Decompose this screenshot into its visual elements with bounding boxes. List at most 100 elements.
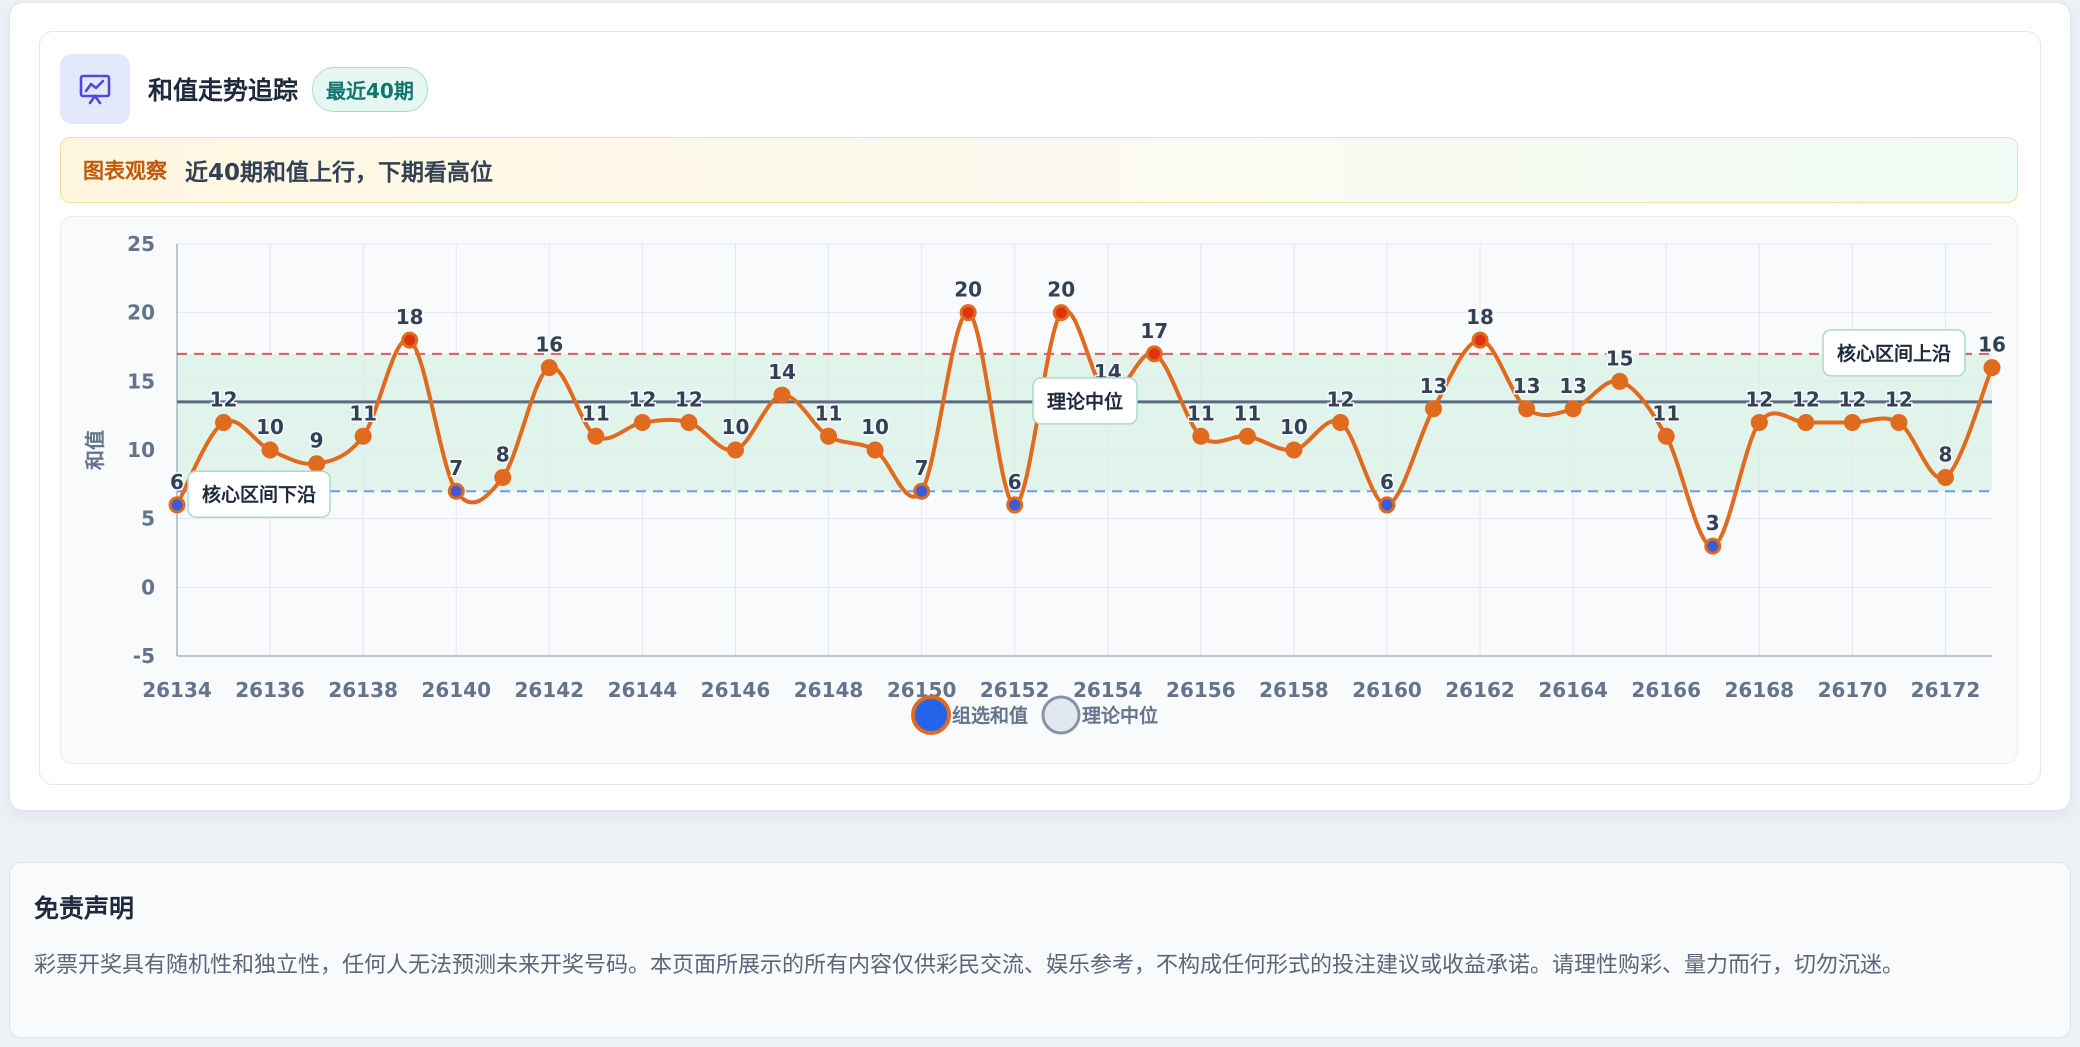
data-point xyxy=(1890,414,1908,432)
legend-label-series: 组选和值 xyxy=(952,704,1028,727)
data-point xyxy=(168,496,186,514)
card-title: 和值走势追踪 xyxy=(148,76,299,105)
y-tick-label: -5 xyxy=(133,644,155,668)
data-point xyxy=(1750,414,1768,432)
data-label: 11 xyxy=(1187,401,1215,425)
chart-trend-icon xyxy=(60,54,130,124)
data-point xyxy=(1331,414,1349,432)
data-point xyxy=(866,441,884,459)
data-point xyxy=(1285,441,1303,459)
x-tick-label: 26134 xyxy=(142,678,212,702)
data-point xyxy=(447,482,465,500)
x-tick-label: 26140 xyxy=(421,678,491,702)
insight-text: 近40期和值上行，下期看高位 xyxy=(185,160,494,186)
data-label: 10 xyxy=(861,415,889,439)
period-badge: 最近40期 xyxy=(312,66,428,112)
data-point xyxy=(1378,496,1396,514)
data-label: 13 xyxy=(1513,374,1541,398)
data-label: 12 xyxy=(628,388,656,412)
data-point xyxy=(1192,427,1210,445)
y-tick-label: 5 xyxy=(141,507,155,531)
disclaimer-title: 免责声明 xyxy=(34,894,135,923)
y-tick-label: 15 xyxy=(127,369,155,393)
insight-banner: 图表观察 近40期和值上行，下期看高位 xyxy=(60,137,2018,203)
data-label: 17 xyxy=(1140,319,1168,343)
data-point xyxy=(633,414,651,432)
trend-section: 和值走势追踪 最近40期 图表观察 近40期和值上行，下期看高位 -5 0 5 10 1… xyxy=(9,2,2071,811)
x-tick-label: 26170 xyxy=(1818,678,1888,702)
data-label: 18 xyxy=(1466,305,1494,329)
data-label: 11 xyxy=(1652,401,1680,425)
sum-trend-chart: -5 0 5 10 15 20 25 26134 26136 26138 26140 26142 261… xyxy=(83,232,2007,735)
x-tick-label: 26144 xyxy=(608,678,678,702)
data-label: 9 xyxy=(310,429,324,453)
y-tick-label: 25 xyxy=(127,232,155,256)
data-label: 16 xyxy=(1978,333,2006,357)
trend-card: 和值走势追踪 最近40期 图表观察 近40期和值上行，下期看高位 -5 0 5 10 1… xyxy=(39,31,2041,785)
data-label: 6 xyxy=(1008,470,1022,494)
data-label: 20 xyxy=(954,278,982,302)
data-label: 12 xyxy=(1885,388,1913,412)
data-point xyxy=(773,386,791,404)
x-tick-label: 26136 xyxy=(235,678,305,702)
data-label: 12 xyxy=(1327,388,1355,412)
data-label: 12 xyxy=(675,388,703,412)
data-label: 12 xyxy=(1792,388,1820,412)
legend-marker-median xyxy=(1041,695,1081,735)
x-tick-label: 26142 xyxy=(515,678,585,702)
data-label: 13 xyxy=(1420,374,1448,398)
data-label: 14 xyxy=(768,360,796,384)
x-tick-label: 26172 xyxy=(1911,678,1981,702)
y-tick-label: 20 xyxy=(127,301,155,325)
data-point xyxy=(1704,537,1722,555)
data-label: 12 xyxy=(1745,388,1773,412)
data-point xyxy=(1471,331,1489,349)
insight-label: 图表观察 xyxy=(83,159,167,183)
x-tick-label: 26154 xyxy=(1073,678,1143,702)
data-label: 10 xyxy=(256,415,284,439)
x-tick-label: 26168 xyxy=(1725,678,1795,702)
data-label: 15 xyxy=(1606,346,1634,370)
x-tick-label: 26160 xyxy=(1352,678,1422,702)
data-point xyxy=(1518,400,1536,418)
x-tick-label: 26146 xyxy=(701,678,771,702)
data-point xyxy=(215,414,233,432)
data-point xyxy=(308,455,326,473)
data-label: 7 xyxy=(449,456,463,480)
data-point xyxy=(1052,304,1070,322)
data-label: 11 xyxy=(582,401,610,425)
x-tick-label: 26148 xyxy=(794,678,864,702)
data-point xyxy=(1797,414,1815,432)
data-label: 10 xyxy=(722,415,750,439)
data-label: 12 xyxy=(1838,388,1866,412)
data-point xyxy=(1145,345,1163,363)
data-label: 8 xyxy=(496,442,510,466)
data-label: 7 xyxy=(915,456,929,480)
data-label: 20 xyxy=(1047,278,1075,302)
data-label: 6 xyxy=(170,470,184,494)
data-point xyxy=(1936,468,1954,486)
data-point xyxy=(680,414,698,432)
lower-bound-annotation: 核心区间下沿 xyxy=(202,483,316,506)
x-tick-label: 26158 xyxy=(1259,678,1329,702)
data-point xyxy=(1657,427,1675,445)
data-label: 11 xyxy=(1233,401,1261,425)
y-axis-label: 和值 xyxy=(83,430,107,470)
data-label: 11 xyxy=(815,401,843,425)
median-annotation: 理论中位 xyxy=(1047,390,1123,413)
data-label: 10 xyxy=(1280,415,1308,439)
data-point xyxy=(354,427,372,445)
y-tick-label: 10 xyxy=(127,438,155,462)
data-label: 13 xyxy=(1559,374,1587,398)
x-tick-label: 26138 xyxy=(328,678,398,702)
data-label: 8 xyxy=(1939,442,1953,466)
data-point xyxy=(540,359,558,377)
data-point xyxy=(494,468,512,486)
data-point xyxy=(1843,414,1861,432)
x-tick-label: 26164 xyxy=(1538,678,1608,702)
card-header: 和值走势追踪 最近40期 xyxy=(60,54,428,124)
data-point xyxy=(1983,359,2001,377)
data-label: 16 xyxy=(535,333,563,357)
data-point xyxy=(261,441,279,459)
data-label: 12 xyxy=(210,388,238,412)
